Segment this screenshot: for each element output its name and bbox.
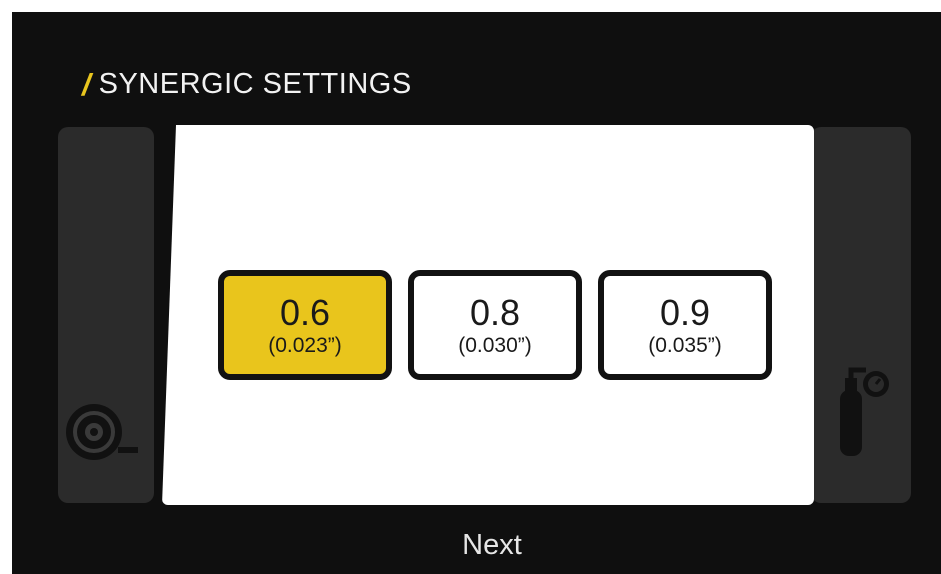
title-slash-accent: / xyxy=(82,66,91,102)
wire-size-option-0-9[interactable]: 0.9 (0.035”) xyxy=(598,270,772,380)
option-mm-value: 0.9 xyxy=(659,291,711,333)
wire-size-options: 0.6 (0.023”) 0.8 (0.030”) 0.9 (0.035”) xyxy=(218,270,772,380)
page-title: / SYNERGIC SETTINGS xyxy=(82,64,412,104)
device-screen: / SYNERGIC SETTINGS 0.6 (0.023”) 0.8 (0.… xyxy=(12,12,941,574)
option-inch-value: (0.030”) xyxy=(458,333,532,357)
wire-size-option-0-8[interactable]: 0.8 (0.030”) xyxy=(408,270,582,380)
option-inch-value: (0.035”) xyxy=(648,333,722,357)
option-mm-value: 0.8 xyxy=(469,291,521,333)
wire-size-option-0-6[interactable]: 0.6 (0.023”) xyxy=(218,270,392,380)
title-text: SYNERGIC SETTINGS xyxy=(98,67,412,100)
gas-cylinder-icon xyxy=(840,367,889,456)
option-inch-value: (0.023”) xyxy=(268,333,342,357)
wire-spool-icon xyxy=(66,404,138,460)
next-button[interactable]: Next xyxy=(432,525,552,565)
option-mm-value: 0.6 xyxy=(279,291,331,333)
